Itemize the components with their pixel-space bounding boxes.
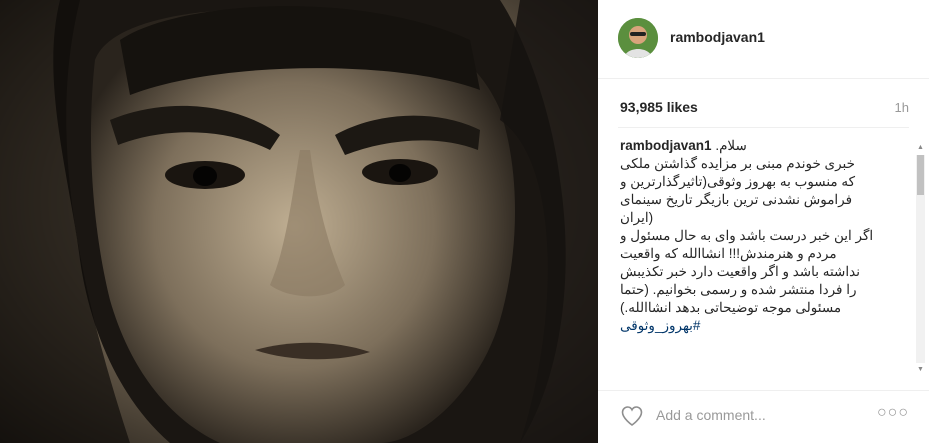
scroll-down-icon[interactable]: ▼ <box>916 365 925 375</box>
post-photo[interactable] <box>0 0 598 443</box>
username[interactable]: rambodjavan1 <box>670 29 765 45</box>
post-time[interactable]: 1h <box>895 100 909 115</box>
post-sidebar: rambodjavan1 93,985 likes 1h rambodjavan… <box>598 0 929 443</box>
comment-bar: Add a comment... ○○○ <box>598 390 929 444</box>
hashtag-link[interactable]: #بهروز_وثوقی <box>620 317 890 335</box>
caption: rambodjavan1 .سلام خبری خوندم مبنی بر مز… <box>620 137 890 375</box>
more-options-icon[interactable]: ○○○ <box>877 404 909 422</box>
caption-username[interactable]: rambodjavan1 <box>620 138 712 153</box>
heart-icon[interactable] <box>620 404 644 428</box>
likes-count[interactable]: 93,985 likes <box>620 99 698 115</box>
caption-scrollbar[interactable]: ▲ ▼ <box>916 143 925 375</box>
scroll-thumb[interactable] <box>917 155 924 195</box>
divider <box>618 127 909 128</box>
portrait-image <box>0 0 598 443</box>
scroll-up-icon[interactable]: ▲ <box>916 143 925 153</box>
caption-text: خبری خوندم مبنی بر مزایده گذاشتن ملکی که… <box>620 156 874 315</box>
post-header: rambodjavan1 <box>598 0 929 79</box>
comment-input[interactable]: Add a comment... <box>656 407 766 423</box>
avatar[interactable] <box>618 18 658 58</box>
caption-first-line: .سلام <box>715 138 747 153</box>
